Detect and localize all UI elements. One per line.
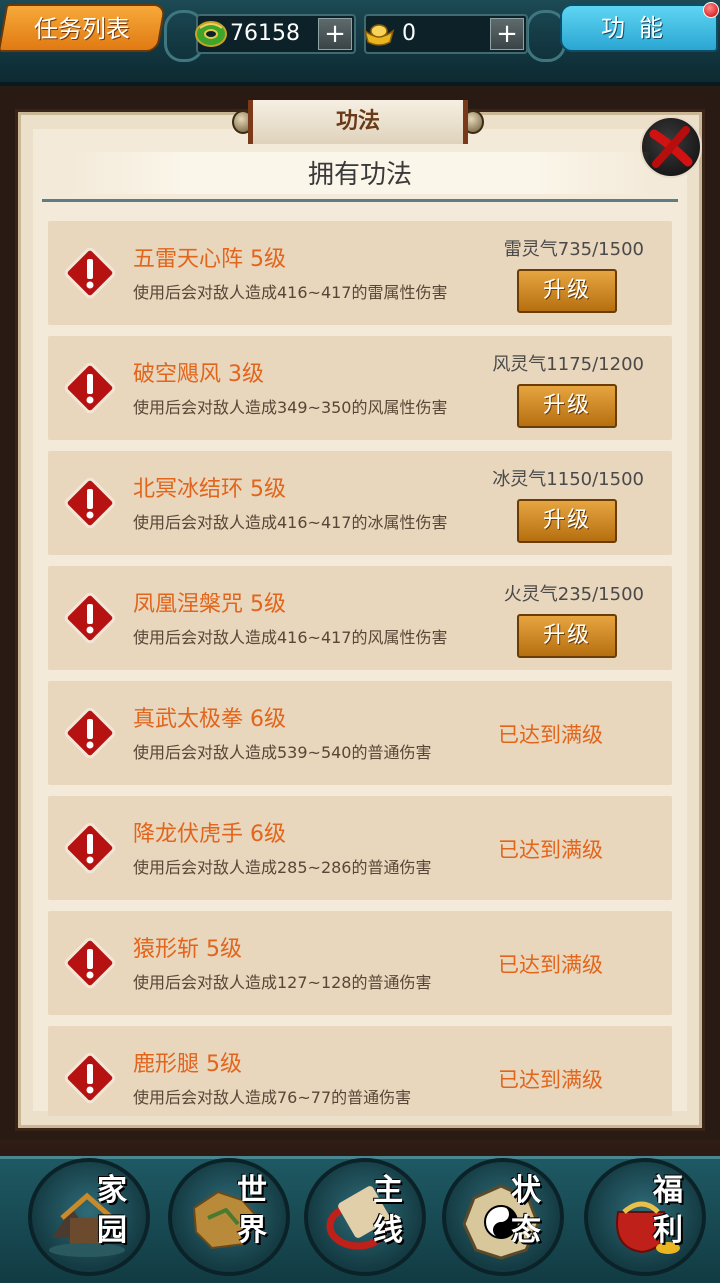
add-gold-button[interactable]: + [490, 18, 524, 50]
skill-row: 五雷天心阵 5级 使用后会对敌人造成416~417的雷属性伤害 雷灵气735/1… [48, 221, 672, 325]
task-list-button[interactable]: 任务列表 [0, 4, 167, 52]
skill-description: 使用后会对敌人造成285~286的普通伤害 [133, 858, 432, 877]
gold-currency: 0 + [363, 14, 528, 54]
skill-description: 使用后会对敌人造成76~77的普通伤害 [133, 1088, 412, 1107]
warning-diamond-icon [64, 707, 116, 759]
nav-status-label-bottom: 态 [511, 1213, 541, 1248]
add-jade-button[interactable]: + [318, 18, 352, 50]
skill-qi: 雷灵气735/1500 [503, 239, 644, 260]
nav-status-button[interactable]: 状 态 [442, 1158, 564, 1276]
max-level-status: 已达到满级 [498, 723, 603, 747]
nav-world-label-top: 世 [237, 1173, 267, 1208]
warning-diamond-icon [64, 1052, 116, 1104]
skill-description: 使用后会对敌人造成416~417的雷属性伤害 [133, 283, 448, 302]
skill-description: 使用后会对敌人造成416~417的冰属性伤害 [133, 513, 448, 532]
gold-amount: 0 [402, 21, 416, 46]
panel-title: 功法 [248, 100, 468, 144]
skill-name: 鹿形腿 5级 [133, 1052, 242, 1077]
warning-diamond-icon [64, 822, 116, 874]
upgrade-button[interactable]: 升级 [517, 614, 617, 658]
skill-name: 五雷天心阵 5级 [133, 247, 286, 272]
skill-name: 凤凰涅槃咒 5级 [133, 592, 286, 617]
skill-name: 猿形斩 5级 [133, 937, 242, 962]
warning-diamond-icon [64, 937, 116, 989]
task-list-label: 任务列表 [33, 15, 130, 43]
upgrade-button[interactable]: 升级 [517, 384, 617, 428]
skill-name: 北冥冰结环 5级 [133, 477, 286, 502]
skill-description: 使用后会对敌人造成127~128的普通伤害 [133, 973, 432, 992]
skill-name: 破空飓风 3级 [133, 362, 264, 387]
panel-title-scroll: 功法 [232, 98, 484, 150]
skill-description: 使用后会对敌人造成416~417的风属性伤害 [133, 628, 448, 647]
warning-diamond-icon [64, 477, 116, 529]
gold-ingot-icon [363, 24, 395, 46]
red-dot-icon [703, 2, 719, 18]
nav-main-quest-label-bottom: 线 [373, 1213, 403, 1248]
jade-coin-icon [195, 21, 227, 47]
skill-qi: 风灵气1175/1200 [492, 354, 644, 375]
nav-home-button[interactable]: 家 园 [28, 1158, 150, 1276]
max-level-status: 已达到满级 [498, 1068, 603, 1092]
skill-row: 破空飓风 3级 使用后会对敌人造成349~350的风属性伤害 风灵气1175/1… [48, 336, 672, 440]
upgrade-button[interactable]: 升级 [517, 499, 617, 543]
skill-row: 凤凰涅槃咒 5级 使用后会对敌人造成416~417的风属性伤害 火灵气235/1… [48, 566, 672, 670]
nav-welfare-label-top: 福 [653, 1173, 683, 1208]
nav-home-label-bottom: 园 [97, 1213, 127, 1248]
skill-name: 降龙伏虎手 6级 [133, 822, 286, 847]
nav-world-button[interactable]: 世 界 [168, 1158, 290, 1276]
upgrade-button[interactable]: 升级 [517, 269, 617, 313]
warning-diamond-icon [64, 592, 116, 644]
skill-name: 真武太极拳 6级 [133, 707, 286, 732]
skill-description: 使用后会对敌人造成349~350的风属性伤害 [133, 398, 448, 417]
skill-row: 真武太极拳 6级 使用后会对敌人造成539~540的普通伤害 已达到满级 [48, 681, 672, 785]
nav-main-quest-label-top: 主 [373, 1173, 403, 1208]
skill-row: 鹿形腿 5级 使用后会对敌人造成76~77的普通伤害 已达到满级 [48, 1026, 672, 1116]
nav-main-quest-button[interactable]: 主 线 [304, 1158, 426, 1276]
warning-diamond-icon [64, 247, 116, 299]
skill-row: 北冥冰结环 5级 使用后会对敌人造成416~417的冰属性伤害 冰灵气1150/… [48, 451, 672, 555]
skill-qi: 冰灵气1150/1500 [492, 469, 644, 490]
divider [42, 199, 678, 202]
nav-status-label-top: 状 [511, 1173, 541, 1208]
nav-welfare-button[interactable]: 福 利 [584, 1158, 706, 1276]
max-level-status: 已达到满级 [498, 953, 603, 977]
function-button[interactable]: 功能 [560, 4, 718, 52]
jade-amount: 76158 [230, 21, 300, 46]
panel-subtitle: 拥有功法 [307, 160, 412, 190]
max-level-status: 已达到满级 [498, 838, 603, 862]
skill-description: 使用后会对敌人造成539~540的普通伤害 [133, 743, 432, 762]
warning-diamond-icon [64, 362, 116, 414]
skill-row: 降龙伏虎手 6级 使用后会对敌人造成285~286的普通伤害 已达到满级 [48, 796, 672, 900]
jade-currency: 76158 + [195, 14, 356, 54]
nav-home-label-top: 家 [97, 1173, 127, 1208]
nav-world-label-bottom: 界 [237, 1213, 267, 1248]
skill-row: 猿形斩 5级 使用后会对敌人造成127~128的普通伤害 已达到满级 [48, 911, 672, 1015]
skill-qi: 火灵气235/1500 [503, 584, 644, 605]
nav-welfare-label-bottom: 利 [653, 1213, 683, 1248]
